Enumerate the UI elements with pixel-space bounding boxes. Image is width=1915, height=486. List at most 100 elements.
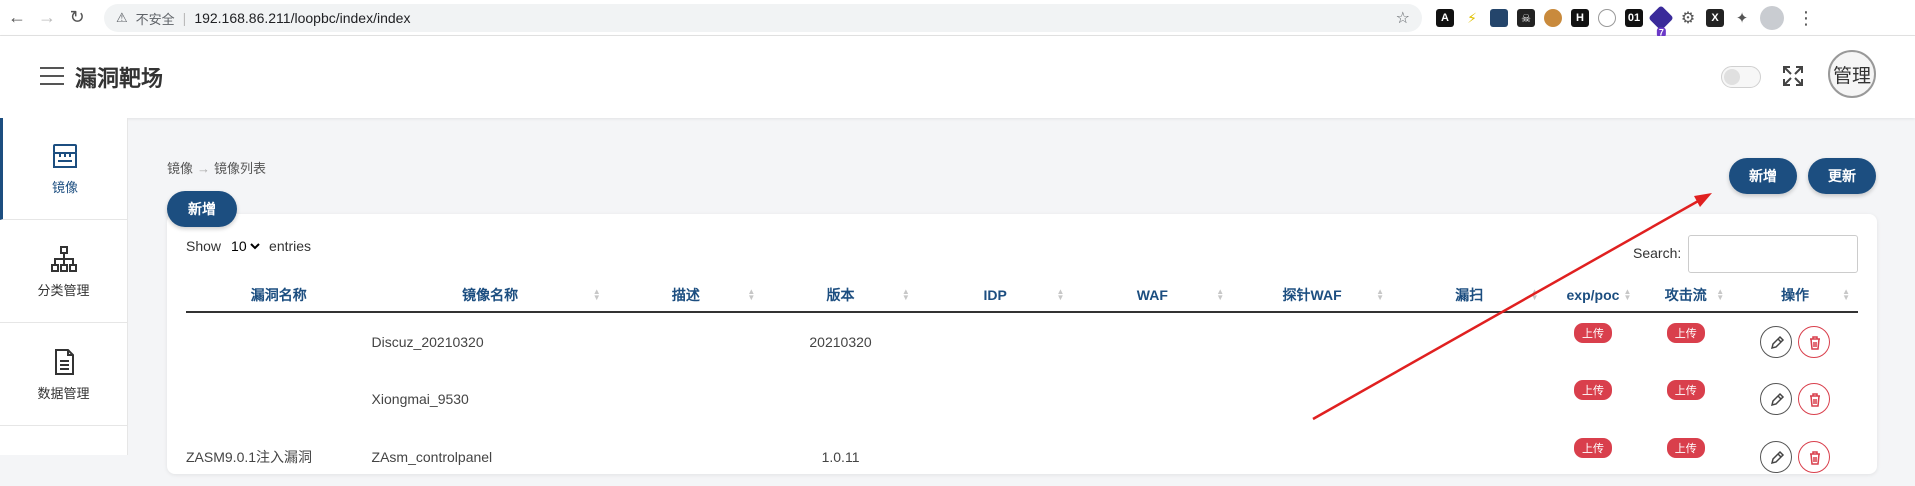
- col-probe-waf[interactable]: 探针WAF ▲ ▼: [1232, 278, 1392, 313]
- add-button[interactable]: 新增: [167, 191, 237, 227]
- col-idp[interactable]: IDP ▲ ▼: [917, 278, 1073, 313]
- cell-version: 20210320: [809, 333, 872, 350]
- sort-icon: ▲ ▼: [901, 287, 910, 302]
- upload-flow-button[interactable]: 上传: [1666, 380, 1705, 400]
- cell-idp: [918, 312, 1073, 370]
- document-icon: [54, 349, 74, 375]
- edit-button[interactable]: [1760, 441, 1793, 473]
- search-input[interactable]: [1688, 235, 1858, 273]
- ext-skull-icon[interactable]: ☠: [1517, 9, 1535, 27]
- table-row: Xiongmai_9530 上传 上传: [186, 370, 1858, 428]
- upload-flow-button[interactable]: 上传: [1666, 438, 1705, 458]
- theme-toggle[interactable]: [1721, 66, 1761, 88]
- ext-cookie-icon[interactable]: [1544, 9, 1562, 27]
- cell-attack-flow: 上传: [1639, 428, 1732, 486]
- arrow-right-icon: →: [197, 161, 211, 176]
- sidebar-item-label: 数据管理: [37, 386, 90, 401]
- col-attack-flow[interactable]: 攻击流 ▲ ▼: [1639, 278, 1733, 313]
- user-avatar[interactable]: 管理: [1828, 50, 1876, 98]
- cell-actions: [1732, 312, 1858, 370]
- edit-button[interactable]: [1760, 325, 1793, 358]
- sidebar: 镜像 分类管理 数据管理: [0, 118, 128, 455]
- cell-idp: [918, 428, 1073, 486]
- insecure-label: 不安全: [135, 11, 175, 27]
- cell-image-name: Discuz_20210320: [371, 333, 484, 350]
- ext-h-icon[interactable]: H: [1571, 9, 1589, 27]
- cell-version: [763, 370, 918, 428]
- app-header: 漏洞靶场 管理: [0, 36, 1915, 118]
- cell-image-name: ZAsm_controlpanel: [371, 449, 493, 465]
- cell-actions: [1732, 428, 1858, 486]
- url-text[interactable]: 192.168.86.211/loopbc/index/index: [194, 10, 410, 26]
- col-waf[interactable]: WAF ▲ ▼: [1072, 278, 1233, 313]
- trash-icon: [1810, 335, 1821, 350]
- cell-probe-waf: [1232, 312, 1392, 370]
- col-exp-poc[interactable]: exp/poc ▲ ▼: [1546, 278, 1640, 313]
- ext-01-icon[interactable]: 01: [1625, 9, 1643, 27]
- upload-exp-button[interactable]: 上传: [1573, 380, 1612, 400]
- ext-gear-icon[interactable]: ⚙: [1679, 9, 1697, 27]
- edit-button[interactable]: [1760, 383, 1793, 415]
- extensions-puzzle-icon[interactable]: ✦: [1733, 9, 1751, 27]
- delete-button[interactable]: [1798, 325, 1831, 358]
- sort-icon: ▲ ▼: [1842, 287, 1850, 302]
- pencil-icon: [1771, 450, 1785, 465]
- cell-image-name: Xiongmai_9530: [371, 391, 469, 407]
- fullscreen-icon[interactable]: [1781, 64, 1805, 88]
- reload-icon[interactable]: ↻: [64, 5, 90, 31]
- browser-toolbar: ← → ↻ ⚠ 不安全 | 192.168.86.211/loopbc/inde…: [0, 0, 1915, 38]
- sidebar-item-label: 镜像: [51, 180, 78, 195]
- entries-label: entries: [269, 238, 312, 254]
- browser-menu-icon[interactable]: ⋮: [1797, 8, 1815, 29]
- upload-flow-button[interactable]: 上传: [1666, 322, 1705, 343]
- ext-purple-icon[interactable]: 7: [1648, 5, 1674, 38]
- ext-lightning-icon[interactable]: ⚡: [1463, 9, 1481, 27]
- ext-a-icon[interactable]: A: [1436, 9, 1454, 27]
- table-header-row: 漏洞名称 镜像名称 ▲ ▼ 描述 ▲ ▼ 版本 ▲ ▼ IDP ▲ ▼ WAF ▲ ▼ 探针WAF ▲…: [186, 278, 1858, 313]
- col-image-name[interactable]: 镜像名称 ▲ ▼: [371, 278, 609, 313]
- sort-icon: ▲ ▼: [747, 287, 756, 302]
- entries-select[interactable]: 10: [227, 237, 264, 255]
- cell-actions: [1732, 370, 1858, 428]
- refresh-button[interactable]: 更新: [1808, 158, 1876, 194]
- ext-x-icon[interactable]: X: [1706, 9, 1724, 27]
- trash-icon: [1810, 451, 1821, 465]
- cell-vuln-name: ZASM9.0.1注入漏洞: [186, 449, 313, 465]
- sort-icon: ▲ ▼: [1216, 287, 1225, 302]
- breadcrumb-parent[interactable]: 镜像: [167, 161, 193, 176]
- breadcrumb-current: 镜像列表: [214, 161, 267, 176]
- sidebar-item-category[interactable]: 分类管理: [0, 221, 127, 323]
- top-add-button[interactable]: 新增: [1729, 158, 1797, 194]
- col-version[interactable]: 版本 ▲ ▼: [763, 278, 918, 313]
- cell-waf: [1072, 312, 1232, 370]
- delete-button[interactable]: [1798, 383, 1831, 415]
- col-scan[interactable]: 漏扫 ▲ ▼: [1391, 278, 1547, 313]
- cell-scan: [1392, 312, 1547, 370]
- sidebar-item-images[interactable]: 镜像: [0, 118, 127, 220]
- col-vuln-name[interactable]: 漏洞名称: [186, 278, 372, 313]
- profile-avatar-icon[interactable]: [1760, 6, 1784, 30]
- store-icon: [53, 144, 77, 168]
- table-row: Discuz_20210320 20210320 上传 上传: [186, 312, 1858, 370]
- cell-waf: [1072, 428, 1232, 486]
- pencil-icon: [1771, 392, 1785, 407]
- show-label: Show: [186, 238, 222, 254]
- sidebar-item-data[interactable]: 数据管理: [0, 324, 127, 426]
- upload-exp-button[interactable]: 上传: [1573, 438, 1612, 458]
- cell-exp-poc: 上传: [1547, 312, 1640, 370]
- forward-icon[interactable]: →: [34, 5, 60, 31]
- upload-exp-button[interactable]: 上传: [1573, 322, 1612, 343]
- extensions-bar: A ⚡ ☠ H 01 7 ⚙ X ✦ ⋮: [1436, 5, 1815, 38]
- bookmark-star-icon[interactable]: ☆: [1396, 8, 1410, 28]
- col-actions[interactable]: 操作 ▲ ▼: [1732, 278, 1858, 313]
- ext-globe-icon[interactable]: [1598, 9, 1616, 27]
- sort-icon: ▲ ▼: [592, 287, 601, 302]
- cell-scan: [1392, 370, 1547, 428]
- hamburger-menu-icon[interactable]: [40, 67, 64, 85]
- col-description[interactable]: 描述 ▲ ▼: [608, 278, 764, 313]
- address-bar[interactable]: ⚠ 不安全 | 192.168.86.211/loopbc/index/inde…: [104, 4, 1422, 32]
- ext-folder-icon[interactable]: [1490, 9, 1508, 27]
- sort-icon: ▲ ▼: [1056, 287, 1065, 302]
- back-icon[interactable]: ←: [4, 5, 30, 31]
- delete-button[interactable]: [1798, 441, 1831, 473]
